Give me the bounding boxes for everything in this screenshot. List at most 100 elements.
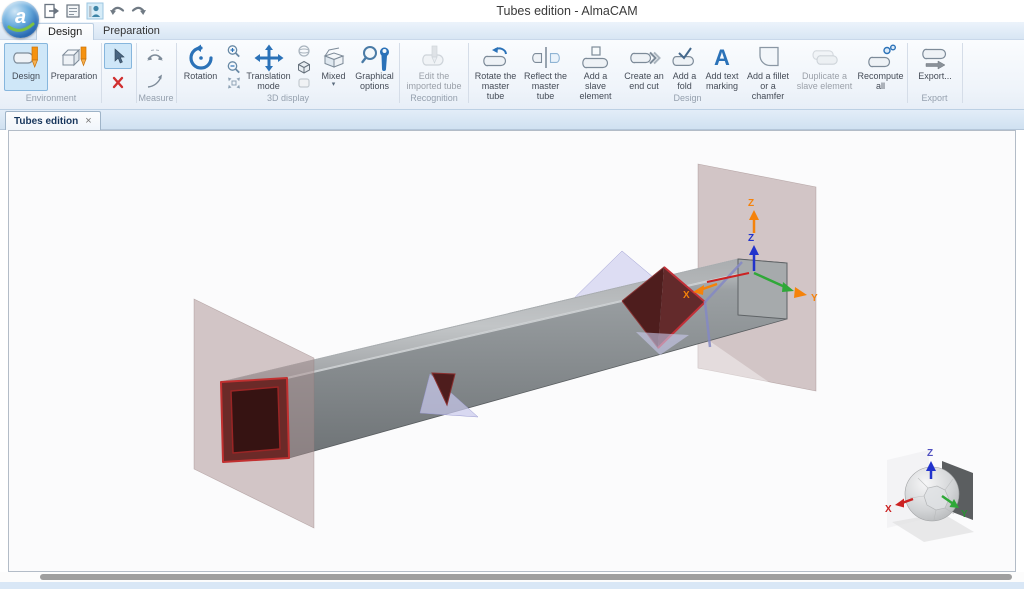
select-cursor-button[interactable]	[104, 43, 132, 69]
text-marking-icon: A	[709, 44, 735, 71]
button-label: Duplicate a slave element	[795, 71, 854, 91]
add-fold-icon	[670, 44, 700, 71]
horizontal-scrollbar-thumb[interactable]	[40, 574, 1012, 580]
cube-pencil-icon	[59, 44, 89, 71]
document-tab-bar: Tubes edition ×	[0, 110, 1024, 130]
ribbon-separator	[176, 43, 177, 103]
rotate-tube-icon	[480, 44, 512, 71]
ribbon-tab-design[interactable]: Design	[36, 23, 94, 40]
view-cube-icon	[296, 60, 312, 75]
translation-mode-icon	[254, 44, 284, 71]
zoom-fit-icon	[226, 76, 242, 91]
button-label: Mixed	[321, 71, 345, 81]
duplicate-slave-icon	[807, 44, 843, 71]
recompute-all-button[interactable]: Recompute all	[856, 43, 905, 91]
add-fold-button[interactable]: Add a fold	[668, 43, 701, 91]
svg-text:A: A	[714, 45, 730, 70]
measure-distance-button[interactable]	[139, 43, 171, 67]
gizmo-label-y: Y	[961, 509, 968, 520]
tube-right-end-face[interactable]	[738, 259, 787, 319]
fillet-chamfer-icon	[753, 44, 783, 71]
save-icon[interactable]	[64, 2, 82, 20]
button-label: Export...	[918, 71, 952, 81]
document-tab-label: Tubes edition	[14, 116, 78, 127]
preparation-environment-button[interactable]: Preparation	[50, 43, 98, 91]
add-slave-element-button[interactable]: Add a slave element	[571, 43, 620, 91]
add-fillet-chamfer-button[interactable]: Add a fillet or a chamfer	[743, 43, 793, 91]
recompute-icon	[864, 44, 898, 71]
add-text-marking-button[interactable]: A Add text marking	[702, 43, 742, 91]
group-label-environment: Environment	[2, 93, 100, 103]
view-cube-button[interactable]	[294, 59, 314, 75]
scene-canvas[interactable]: X Y Z Z X	[9, 131, 1015, 571]
cancel-selection-button[interactable]	[104, 71, 132, 93]
button-label: Design	[12, 71, 40, 81]
graphical-options-icon	[360, 44, 390, 71]
zoom-fit-button[interactable]	[224, 75, 244, 91]
undo-icon[interactable]	[108, 2, 126, 20]
button-label: Graphical options	[353, 71, 396, 91]
view-sphere-icon	[296, 44, 312, 59]
tube-pencil-icon	[11, 44, 41, 71]
export-icon	[918, 44, 952, 71]
group-label-recognition: Recognition	[401, 93, 467, 103]
zoom-in-button[interactable]	[224, 43, 244, 59]
rotate-master-tube-button[interactable]: Rotate the master tube	[471, 43, 520, 91]
view-sphere-button[interactable]	[294, 43, 314, 59]
mixed-button[interactable]: Mixed ▾	[315, 43, 352, 91]
ribbon-separator	[101, 43, 102, 103]
group-label-export: Export	[908, 93, 961, 103]
end-cut-icon	[627, 44, 661, 71]
status-strip	[0, 582, 1024, 589]
axis-label-y: Y	[811, 293, 818, 304]
cursor-icon	[109, 47, 127, 65]
zoom-out-icon	[226, 60, 242, 75]
button-label: Preparation	[51, 71, 98, 81]
button-label: Translation mode	[246, 71, 291, 91]
measure-angle-icon	[144, 71, 166, 91]
button-label: Create an end cut	[622, 71, 666, 91]
button-label: Recompute all	[857, 71, 904, 91]
exit-icon[interactable]	[42, 2, 60, 20]
button-label: Add a fold	[669, 71, 700, 91]
rotation-icon	[186, 44, 216, 71]
edit-imported-tube-button: Edit the imported tube	[403, 43, 465, 91]
axis-label-z-orange: Z	[748, 198, 754, 209]
graphical-options-button[interactable]: Graphical options	[352, 43, 397, 91]
ribbon-tab-preparation[interactable]: Preparation	[92, 23, 171, 40]
button-label: Add text marking	[703, 71, 741, 91]
viewport-3d[interactable]: X Y Z Z X	[8, 130, 1016, 572]
axis-label-x: X	[683, 290, 690, 301]
window-title: Tubes edition - AlmaCAM	[110, 4, 1024, 18]
add-slave-icon	[579, 44, 613, 71]
edit-tube-icon	[419, 44, 449, 71]
ribbon-separator	[399, 43, 400, 103]
close-icon[interactable]: ×	[85, 115, 91, 127]
orientation-gizmo[interactable]: X Z Y	[885, 448, 974, 542]
axis-label-z-blue: Z	[748, 233, 754, 244]
group-label-measure: Measure	[136, 93, 176, 103]
translation-mode-button[interactable]: Translation mode	[245, 43, 292, 91]
zoom-out-button[interactable]	[224, 59, 244, 75]
create-end-cut-button[interactable]: Create an end cut	[621, 43, 667, 91]
gizmo-label-x: X	[885, 504, 892, 515]
redo-icon[interactable]	[130, 2, 148, 20]
group-label-3d-display: 3D display	[178, 93, 398, 103]
rotation-button[interactable]: Rotation	[179, 43, 222, 91]
reflect-master-tube-button[interactable]: Reflect the master tube	[521, 43, 570, 91]
tube-end-cavity	[231, 387, 280, 453]
app-logo-swoosh	[2, 1, 39, 38]
design-environment-button[interactable]: Design	[4, 43, 48, 91]
view-shaded-icon	[296, 76, 312, 91]
red-x-icon	[110, 74, 126, 90]
document-tab-tubes-edition[interactable]: Tubes edition ×	[5, 111, 101, 130]
view-shaded-button[interactable]	[294, 75, 314, 91]
button-label: Rotation	[184, 71, 218, 81]
app-logo[interactable]: a	[2, 1, 39, 38]
measure-angle-button[interactable]	[139, 69, 171, 93]
export-button[interactable]: Export...	[911, 43, 959, 91]
ribbon: Design Preparation Environment Measure R…	[0, 40, 1024, 110]
user-icon[interactable]	[86, 2, 104, 20]
zoom-in-icon	[226, 44, 242, 59]
reflect-tube-icon	[530, 44, 562, 71]
